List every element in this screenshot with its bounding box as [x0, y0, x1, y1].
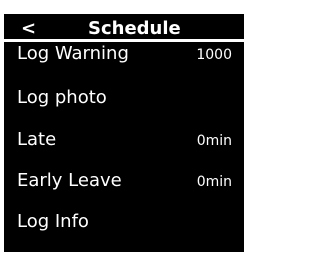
device-screen: < Schedule Log Warning 1000 Log photo La… — [4, 14, 244, 252]
menu-item-value: 1000 — [196, 47, 232, 63]
menu-item-value: 0min — [196, 174, 232, 190]
menu-item-log-info[interactable]: Log Info — [4, 197, 244, 237]
menu-item-late[interactable]: Late 0min — [4, 116, 244, 156]
header-bar: < Schedule — [4, 14, 244, 42]
settings-menu: Log Warning 1000 Log photo Late 0min Ear… — [4, 42, 244, 237]
page-title: Schedule — [88, 18, 181, 39]
menu-item-early-leave[interactable]: Early Leave 0min — [4, 156, 244, 197]
menu-item-label: Log Info — [17, 211, 89, 232]
menu-item-log-photo[interactable]: Log photo — [4, 76, 244, 116]
menu-item-label: Log photo — [17, 87, 107, 108]
back-button[interactable]: < — [21, 19, 36, 39]
menu-item-value: 0min — [196, 133, 232, 149]
menu-item-log-warning[interactable]: Log Warning 1000 — [4, 42, 244, 76]
menu-item-label: Log Warning — [17, 43, 129, 64]
menu-item-label: Early Leave — [17, 170, 122, 191]
menu-item-label: Late — [17, 129, 57, 150]
